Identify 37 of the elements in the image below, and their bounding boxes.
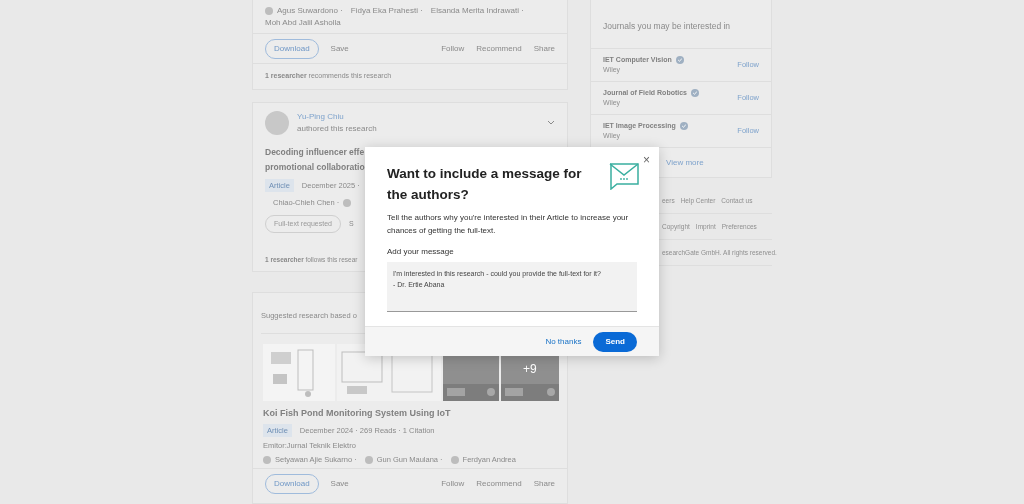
verified-check-icon (675, 56, 684, 64)
author-name[interactable]: Yu-Ping Chiu (297, 111, 377, 123)
section-heading: Journals you may be interested in (603, 21, 731, 31)
author-name[interactable]: Agus Suwardono · (277, 5, 343, 17)
send-button[interactable]: Send (593, 331, 637, 352)
activity-text: authored this research (297, 123, 377, 135)
follow-button[interactable]: Follow (441, 42, 465, 55)
avatar (265, 111, 289, 135)
more-images-count[interactable]: +9 (523, 362, 537, 376)
field-label: Add your message (387, 246, 455, 258)
save-button[interactable]: Save (330, 477, 349, 490)
envelope-icon (609, 163, 639, 190)
author-avatar-icon (343, 199, 352, 208)
author-name[interactable]: Fidya Eka Prahesti · (350, 5, 423, 17)
author-avatar-icon (265, 7, 273, 15)
close-button[interactable]: × (643, 151, 650, 169)
research-title[interactable]: Koi Fish Pond Monitoring System Using IoT (263, 408, 451, 418)
research-title[interactable]: promotional collaboratio (265, 160, 365, 175)
view-more-link[interactable]: View more (666, 156, 704, 169)
follow-button[interactable]: Follow (441, 477, 465, 490)
share-button[interactable]: Share (533, 477, 555, 490)
recommend-button[interactable]: Recommend (476, 477, 522, 490)
author-avatar-icon (263, 455, 271, 464)
dialog-title: Want to include a message for the authors? (387, 165, 583, 204)
author-name[interactable]: Elsanda Merita Indrawati · (430, 5, 524, 17)
save-button[interactable]: Save (330, 42, 349, 55)
research-title[interactable]: Decoding influencer effe (265, 145, 365, 160)
verified-check-icon (691, 89, 699, 97)
dialog-description: Tell the authors why you're interested in their Article to increase your chances of getting the full-text. (387, 212, 630, 237)
author-name[interactable]: Moh Abd Jalil Asholla (265, 17, 341, 29)
share-button[interactable]: Share (533, 42, 555, 55)
verified-check-icon (679, 122, 688, 130)
author-avatar-icon (364, 455, 373, 464)
author-avatar-icon (450, 455, 459, 464)
chevron-down-icon[interactable] (547, 120, 555, 126)
no-thanks-button[interactable]: No thanks (545, 335, 582, 348)
recommend-button[interactable]: Recommend (476, 42, 522, 55)
